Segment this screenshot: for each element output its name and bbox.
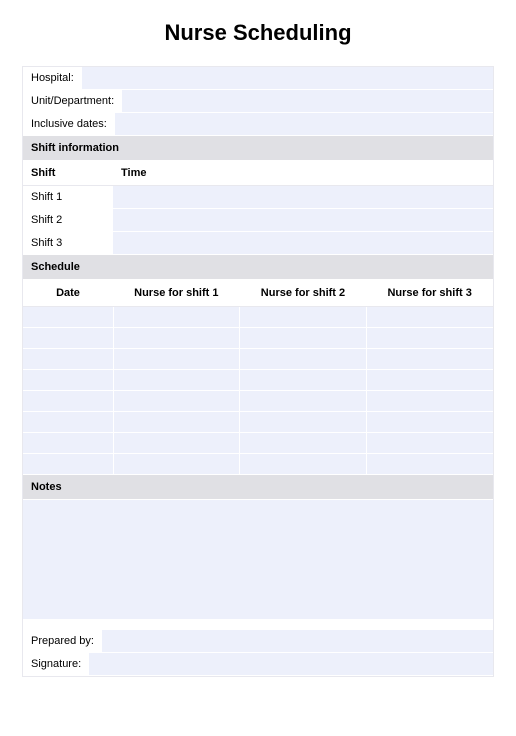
schedule-section-header: Schedule — [23, 255, 493, 280]
schedule-cell[interactable] — [23, 391, 113, 412]
dates-value[interactable] — [115, 113, 493, 135]
table-row — [23, 370, 493, 391]
schedule-cell[interactable] — [23, 412, 113, 433]
schedule-cell[interactable] — [113, 454, 240, 475]
shift-table: Shift Time Shift 1 Shift 2 Shift 3 — [23, 161, 493, 255]
page-title: Nurse Scheduling — [22, 20, 494, 46]
schedule-cell[interactable] — [113, 391, 240, 412]
shift-name: Shift 3 — [23, 232, 113, 255]
table-row: Shift 3 — [23, 232, 493, 255]
hospital-row: Hospital: — [23, 67, 493, 90]
schedule-cell[interactable] — [240, 349, 367, 370]
schedule-cell[interactable] — [23, 349, 113, 370]
schedule-header-n1: Nurse for shift 1 — [113, 280, 240, 307]
schedule-cell[interactable] — [240, 454, 367, 475]
signature-row: Signature: — [23, 653, 493, 676]
schedule-cell[interactable] — [240, 433, 367, 454]
unit-label: Unit/Department: — [23, 90, 122, 112]
prepared-row: Prepared by: — [23, 630, 493, 653]
schedule-cell[interactable] — [23, 454, 113, 475]
schedule-cell[interactable] — [113, 412, 240, 433]
schedule-cell[interactable] — [113, 349, 240, 370]
dates-label: Inclusive dates: — [23, 113, 115, 135]
schedule-cell[interactable] — [23, 433, 113, 454]
schedule-table: Date Nurse for shift 1 Nurse for shift 2… — [23, 280, 493, 475]
schedule-header-n3: Nurse for shift 3 — [366, 280, 493, 307]
schedule-header-n2: Nurse for shift 2 — [240, 280, 367, 307]
schedule-cell[interactable] — [240, 370, 367, 391]
schedule-cell[interactable] — [240, 328, 367, 349]
schedule-cell[interactable] — [366, 307, 493, 328]
table-row — [23, 307, 493, 328]
shift-name: Shift 2 — [23, 209, 113, 232]
shift-header-shift: Shift — [23, 161, 113, 186]
hospital-label: Hospital: — [23, 67, 82, 89]
schedule-cell[interactable] — [366, 391, 493, 412]
schedule-cell[interactable] — [240, 412, 367, 433]
table-row — [23, 349, 493, 370]
shift-header-time: Time — [113, 161, 493, 186]
schedule-cell[interactable] — [366, 433, 493, 454]
hospital-value[interactable] — [82, 67, 493, 89]
shift-time[interactable] — [113, 232, 493, 255]
schedule-cell[interactable] — [240, 307, 367, 328]
unit-value[interactable] — [122, 90, 493, 112]
signature-value[interactable] — [89, 653, 493, 675]
schedule-cell[interactable] — [113, 328, 240, 349]
prepared-label: Prepared by: — [23, 630, 102, 652]
unit-row: Unit/Department: — [23, 90, 493, 113]
schedule-cell[interactable] — [366, 412, 493, 433]
schedule-cell[interactable] — [113, 370, 240, 391]
schedule-cell[interactable] — [23, 307, 113, 328]
schedule-cell[interactable] — [366, 454, 493, 475]
notes-area[interactable] — [23, 500, 493, 620]
prepared-value[interactable] — [102, 630, 493, 652]
table-row: Shift 2 — [23, 209, 493, 232]
schedule-cell[interactable] — [23, 370, 113, 391]
shift-section-header: Shift information — [23, 136, 493, 161]
signature-label: Signature: — [23, 653, 89, 675]
table-row — [23, 454, 493, 475]
signature-block: Prepared by: Signature: — [23, 630, 493, 676]
schedule-cell[interactable] — [23, 328, 113, 349]
schedule-cell[interactable] — [366, 370, 493, 391]
schedule-cell[interactable] — [113, 433, 240, 454]
shift-time[interactable] — [113, 186, 493, 209]
schedule-cell[interactable] — [240, 391, 367, 412]
form-container: Hospital: Unit/Department: Inclusive dat… — [22, 66, 494, 677]
shift-time[interactable] — [113, 209, 493, 232]
dates-row: Inclusive dates: — [23, 113, 493, 136]
schedule-cell[interactable] — [366, 328, 493, 349]
table-row — [23, 433, 493, 454]
schedule-cell[interactable] — [113, 307, 240, 328]
schedule-cell[interactable] — [366, 349, 493, 370]
notes-section-header: Notes — [23, 475, 493, 500]
schedule-header-date: Date — [23, 280, 113, 307]
shift-name: Shift 1 — [23, 186, 113, 209]
table-row: Shift 1 — [23, 186, 493, 209]
table-row — [23, 328, 493, 349]
table-row — [23, 412, 493, 433]
table-row — [23, 391, 493, 412]
